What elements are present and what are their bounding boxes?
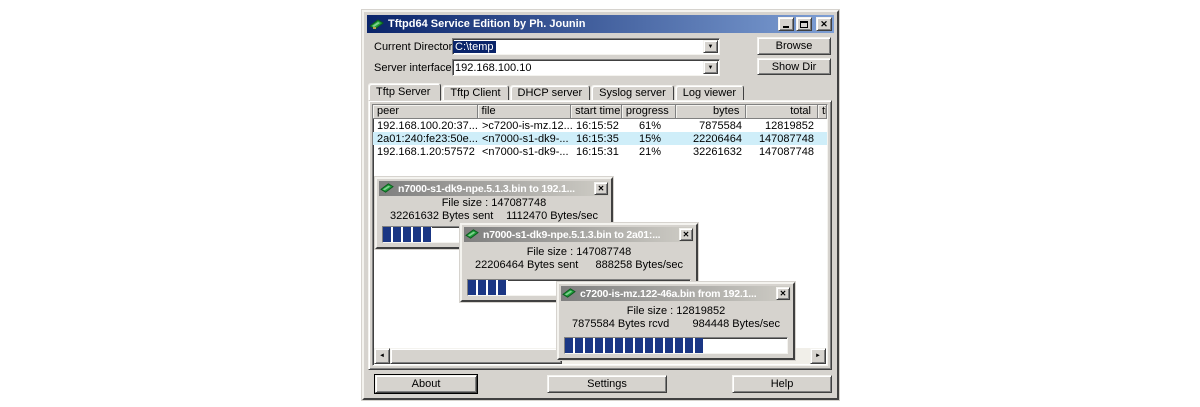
tab-bar: Tftp Server Tftp Client DHCP server Sysl… xyxy=(370,83,745,101)
popup-progress-fill xyxy=(565,338,703,353)
current-directory-label: Current Directory xyxy=(374,41,458,53)
cell-file: <n7000-s1-dk9-... xyxy=(478,133,572,145)
popup-titlebar[interactable]: n7000-s1-dk9-npe.5.1.3.bin to 2a01:... ✕ xyxy=(464,227,694,242)
column-header-file[interactable]: file xyxy=(478,105,572,119)
popup-title: n7000-s1-dk9-npe.5.1.3.bin to 192.1... xyxy=(398,183,594,195)
cell-progress: 21% xyxy=(623,146,677,158)
cell-peer: 192.168.1.20:57572 xyxy=(373,146,478,158)
popup-close-button[interactable]: ✕ xyxy=(679,228,693,241)
window-title: Tftpd64 Service Edition by Ph. Jounin xyxy=(388,18,776,30)
cell-progress: 61% xyxy=(623,120,677,132)
column-header-peer[interactable]: peer xyxy=(373,105,478,119)
minimize-icon xyxy=(783,20,789,28)
popup-bytes-sent: 7875584 Bytes rcvd xyxy=(572,318,669,330)
cell-bytes: 32261632 xyxy=(677,146,748,158)
popup-titlebar[interactable]: n7000-s1-dk9-npe.5.1.3.bin to 192.1... ✕ xyxy=(379,181,609,196)
app-icon xyxy=(369,18,384,31)
cell-file: >c7200-is-mz.12... xyxy=(478,120,572,132)
cell-progress: 15% xyxy=(623,133,677,145)
app-icon xyxy=(380,182,395,195)
about-button[interactable]: About xyxy=(375,375,477,393)
scrollbar-thumb[interactable] xyxy=(390,348,562,364)
tab-dhcp-server[interactable]: DHCP server xyxy=(510,85,591,101)
popup-progress-fill xyxy=(383,227,432,242)
current-directory-dropdown-button[interactable]: ▼ xyxy=(703,40,718,53)
server-interface-label: Server interface xyxy=(374,62,452,74)
tab-tftp-client[interactable]: Tftp Client xyxy=(442,85,508,101)
chevron-down-icon: ▼ xyxy=(708,44,714,50)
chevron-down-icon: ▼ xyxy=(708,65,714,71)
minimize-button[interactable] xyxy=(778,17,794,31)
popup-file-size: File size : 147087748 xyxy=(462,246,696,258)
server-interface-combobox[interactable]: 192.168.100.10 ▼ xyxy=(452,59,720,76)
cell-peer: 192.168.100.20:37... xyxy=(373,120,478,132)
popup-title: n7000-s1-dk9-npe.5.1.3.bin to 2a01:... xyxy=(483,229,679,241)
popup-progress-bar xyxy=(564,337,788,354)
popup-close-button[interactable]: ✕ xyxy=(594,182,608,195)
popup-titlebar[interactable]: c7200-is-mz.122-46a.bin from 192.1... ✕ xyxy=(561,286,791,301)
titlebar[interactable]: Tftpd64 Service Edition by Ph. Jounin ✕ xyxy=(367,15,834,33)
current-directory-value: C:\temp xyxy=(453,41,496,53)
column-header-start[interactable]: start time xyxy=(571,105,622,119)
popup-rate: 1112470 Bytes/sec xyxy=(506,210,598,222)
popup-rate: 888258 Bytes/sec xyxy=(596,259,683,271)
popup-bytes-sent: 32261632 Bytes sent xyxy=(390,210,493,222)
browse-button[interactable]: Browse xyxy=(757,37,831,55)
popup-close-button[interactable]: ✕ xyxy=(776,287,790,300)
current-directory-combobox[interactable]: C:\temp ▼ xyxy=(452,38,720,55)
scroll-left-button[interactable]: ◄ xyxy=(374,348,390,364)
tab-syslog-server[interactable]: Syslog server xyxy=(591,85,674,101)
help-button-label: Help xyxy=(771,378,794,390)
table-row[interactable]: 2a01:240:fe23:50e... <n7000-s1-dk9-... 1… xyxy=(373,132,827,145)
close-icon: ✕ xyxy=(820,19,828,30)
server-interface-dropdown-button[interactable]: ▼ xyxy=(703,61,718,74)
popup-rate: 984448 Bytes/sec xyxy=(693,318,780,330)
table-row[interactable]: 192.168.100.20:37... >c7200-is-mz.12... … xyxy=(373,119,827,132)
app-icon xyxy=(465,228,480,241)
close-icon: ✕ xyxy=(683,230,690,239)
transfers-list-header: peer file start time progress bytes tota… xyxy=(373,105,827,119)
cell-start: 16:15:52 xyxy=(572,120,623,132)
cell-bytes: 7875584 xyxy=(677,120,748,132)
cell-total: 147087748 xyxy=(748,133,820,145)
popup-file-size: File size : 12819852 xyxy=(559,305,793,317)
cell-total: 147087748 xyxy=(748,146,820,158)
popup-title: c7200-is-mz.122-46a.bin from 192.1... xyxy=(580,288,776,300)
column-header-bytes[interactable]: bytes xyxy=(676,105,747,119)
show-dir-button[interactable]: Show Dir xyxy=(757,58,831,75)
about-button-label: About xyxy=(412,378,441,390)
cell-start: 16:15:31 xyxy=(572,146,623,158)
settings-button[interactable]: Settings xyxy=(547,375,667,393)
scroll-left-icon: ◄ xyxy=(379,353,385,359)
settings-button-label: Settings xyxy=(587,378,627,390)
scroll-right-icon: ► xyxy=(815,353,821,359)
popup-file-size: File size : 147087748 xyxy=(377,197,611,209)
scroll-right-button[interactable]: ► xyxy=(810,348,826,364)
popup-bytes-sent: 22206464 Bytes sent xyxy=(475,259,578,271)
cell-peer: 2a01:240:fe23:50e... xyxy=(373,133,478,145)
transfer-popup: c7200-is-mz.122-46a.bin from 192.1... ✕ … xyxy=(557,282,795,360)
close-icon: ✕ xyxy=(780,289,787,298)
show-dir-button-label: Show Dir xyxy=(772,61,817,73)
cell-total: 12819852 xyxy=(748,120,820,132)
column-header-total[interactable]: total xyxy=(746,105,818,119)
cell-file: <n7000-s1-dk9-... xyxy=(478,146,572,158)
maximize-icon xyxy=(800,21,808,28)
close-button[interactable]: ✕ xyxy=(816,17,832,31)
tab-tftp-server[interactable]: Tftp Server xyxy=(368,83,441,101)
app-icon xyxy=(562,287,577,300)
column-header-ti[interactable]: ti xyxy=(818,105,827,119)
column-header-progress[interactable]: progress xyxy=(622,105,676,119)
popup-progress-fill xyxy=(468,280,508,295)
close-icon: ✕ xyxy=(598,184,605,193)
maximize-button[interactable] xyxy=(796,17,812,31)
cell-bytes: 22206464 xyxy=(677,133,748,145)
browse-button-label: Browse xyxy=(776,40,813,52)
help-button[interactable]: Help xyxy=(732,375,832,393)
table-row[interactable]: 192.168.1.20:57572 <n7000-s1-dk9-... 16:… xyxy=(373,145,827,158)
tab-log-viewer[interactable]: Log viewer xyxy=(675,85,744,101)
server-interface-value: 192.168.100.10 xyxy=(453,62,703,74)
cell-start: 16:15:35 xyxy=(572,133,623,145)
